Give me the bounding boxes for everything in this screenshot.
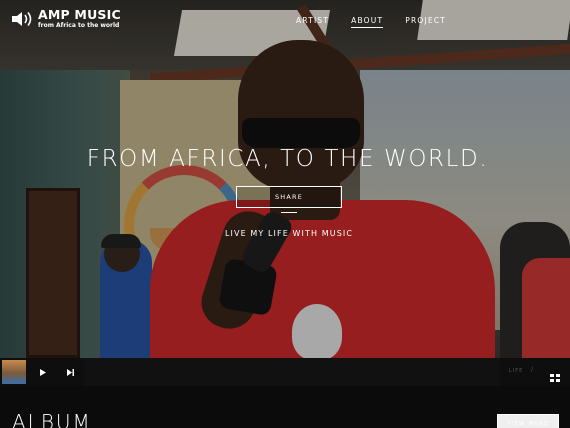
main-nav: ARTIST ABOUT PROJECT xyxy=(296,16,446,28)
track-thumbnail[interactable] xyxy=(2,360,26,384)
brand-name: AMP MUSIC xyxy=(38,7,121,22)
brand-tagline: from Africa to the world xyxy=(38,21,120,29)
brand-logo[interactable]: AMP MUSIC from Africa to the world xyxy=(10,7,121,29)
playlist-icon[interactable] xyxy=(550,367,560,382)
speaker-icon xyxy=(10,10,34,28)
hero-section xyxy=(0,0,570,358)
album-title: ALBUM xyxy=(12,410,92,428)
player-progress-track[interactable] xyxy=(84,358,500,386)
player-track-label: LIFE xyxy=(509,368,524,374)
next-icon[interactable] xyxy=(64,367,76,377)
player-separator: / xyxy=(531,366,534,373)
view-more-button[interactable]: VIEW MORE xyxy=(497,414,559,428)
album-section: ALBUM VIEW MORE xyxy=(0,386,570,428)
play-icon[interactable] xyxy=(38,367,48,377)
brand-logo-text: AMP MUSIC from Africa to the world xyxy=(38,7,121,29)
hero-title: FROM AFRICA, TO THE WORLD. xyxy=(86,146,489,172)
hero-subtitle: LIVE MY LIFE WITH MUSIC xyxy=(224,229,354,238)
nav-item-project[interactable]: PROJECT xyxy=(405,16,446,28)
share-button[interactable]: SHARE xyxy=(236,186,342,208)
music-player-bar xyxy=(0,358,570,386)
nav-item-artist[interactable]: ARTIST xyxy=(296,16,329,28)
nav-item-about[interactable]: ABOUT xyxy=(351,16,384,28)
hero-overlay xyxy=(0,0,570,358)
share-underline xyxy=(281,212,297,213)
